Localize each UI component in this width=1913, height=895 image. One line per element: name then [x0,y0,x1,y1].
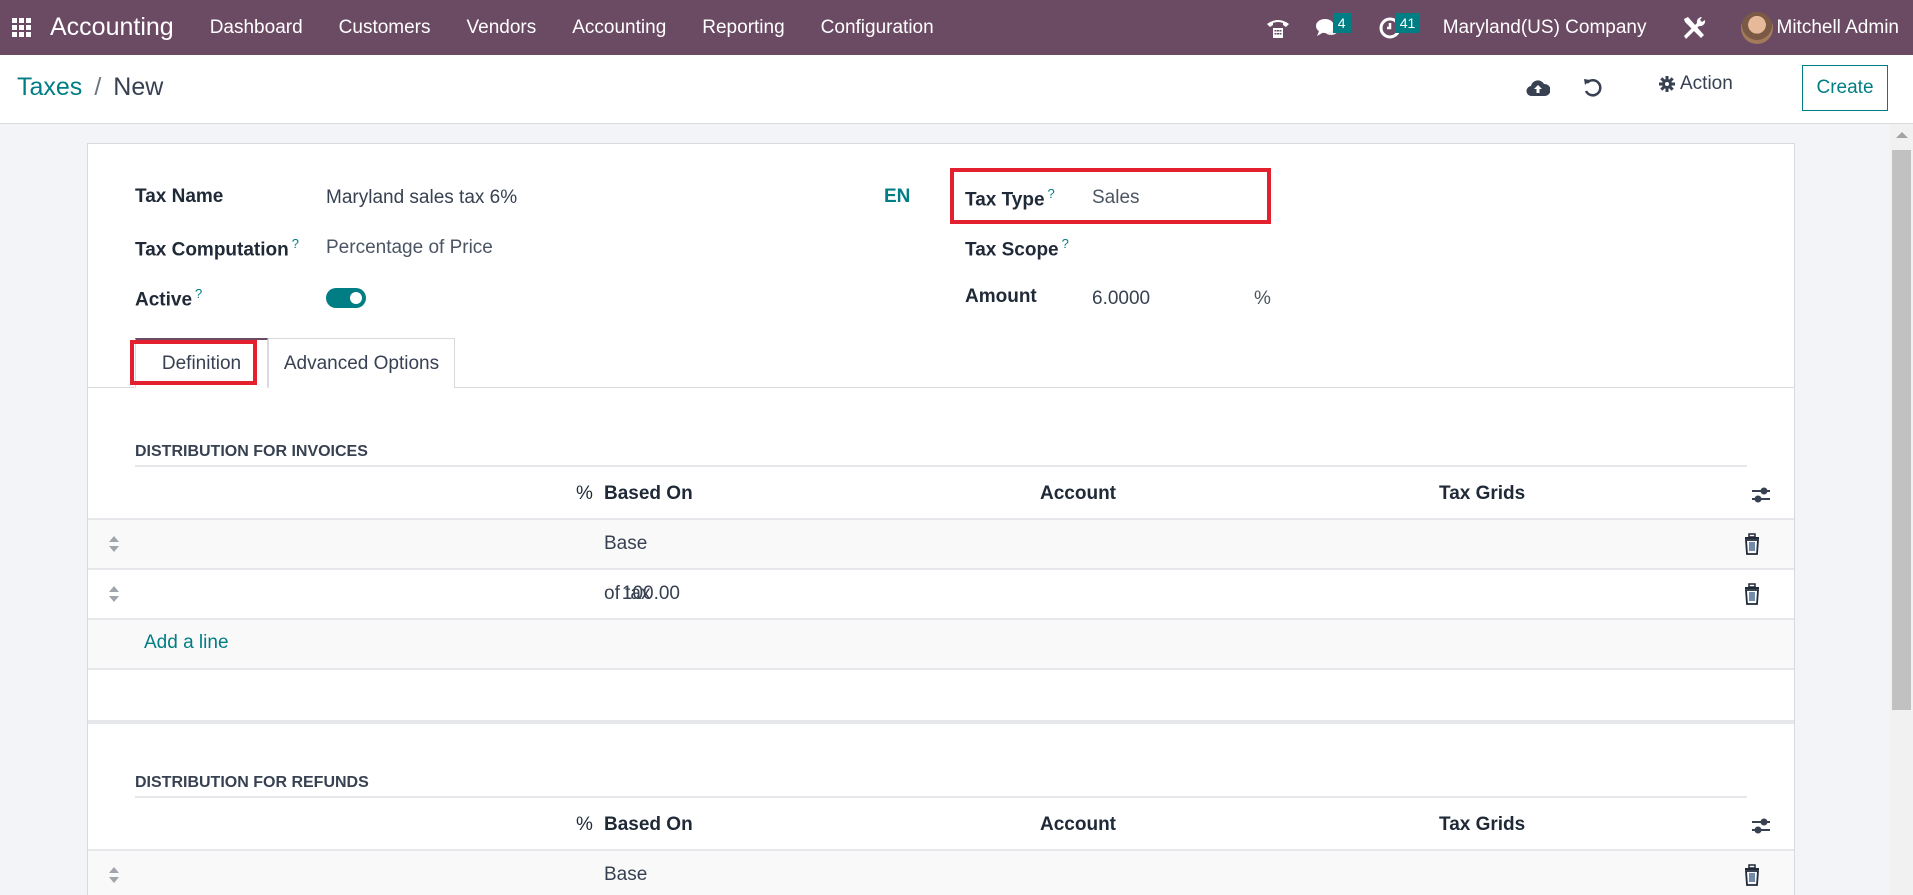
discard-undo-icon[interactable] [1580,75,1606,101]
refunds-section-rule [135,796,1747,798]
help-tooltip-icon[interactable]: ? [195,286,202,301]
delete-trash-icon[interactable] [1743,533,1761,555]
drag-handle-icon[interactable] [108,534,120,554]
invoice-line-based-on[interactable]: of tax [604,583,650,605]
scroll-thumb[interactable] [1892,150,1911,710]
invoices-section-rule [135,465,1747,467]
tax-name-label: Tax Name [135,186,224,207]
invoices-col-based-on[interactable]: Based On [604,483,693,505]
tab-advanced-options[interactable]: Advanced Options [268,338,455,388]
control-panel: Taxes / New Action Create [0,55,1913,124]
drag-handle-icon[interactable] [108,584,120,604]
drag-handle-icon[interactable] [108,865,120,885]
section-separator [88,720,1794,724]
menu-configuration[interactable]: Configuration [803,17,952,39]
breadcrumb-current: New [113,73,164,101]
refunds-col-tax-grids[interactable]: Tax Grids [1439,814,1525,836]
delete-trash-icon[interactable] [1743,864,1761,886]
action-menu-button[interactable]: Action [1658,73,1733,95]
refunds-col-account[interactable]: Account [1040,814,1116,836]
empty-row [88,668,1794,720]
user-menu[interactable]: Mitchell Admin [1777,17,1900,39]
tools-icon[interactable] [1679,13,1709,43]
top-navbar: Accounting Dashboard Customers Vendors A… [0,0,1913,55]
tax-computation-select[interactable]: Percentage of Price [326,237,493,259]
optional-columns-toggle-icon[interactable] [1750,815,1772,837]
messages-icon[interactable]: 4 [1313,12,1351,43]
help-tooltip-icon[interactable]: ? [292,236,299,251]
gear-icon [1659,76,1675,92]
create-button[interactable]: Create [1802,65,1888,111]
invoice-line-based-on[interactable]: Base [604,533,647,555]
active-label-text: Active [135,289,193,311]
user-avatar[interactable] [1740,11,1773,44]
tax-type-label-text: Tax Type [965,189,1045,211]
tax-computation-label-text: Tax Computation [135,239,289,261]
tax-scope-select[interactable] [1092,237,1342,259]
refund-line-row[interactable]: Base [88,849,1794,895]
invoice-line-row[interactable]: 100.00 of tax [88,568,1794,618]
add-line-row: Add a line [88,618,1794,668]
tax-scope-label: Tax Scope? [965,236,1069,261]
tab-advanced-options-label: Advanced Options [283,352,440,374]
tax-type-label: Tax Type? [965,186,1055,211]
optional-columns-toggle-icon[interactable] [1750,484,1772,506]
tab-definition-label: Definition [161,352,242,374]
action-label: Action [1680,73,1733,94]
activities-clock-icon[interactable]: 41 [1375,12,1421,43]
amount-label: Amount [965,286,1037,307]
page-scrollbar[interactable] [1890,124,1913,895]
messages-badge: 4 [1332,12,1351,33]
amount-unit: % [1254,288,1271,309]
breadcrumb-taxes-link[interactable]: Taxes [17,73,82,102]
tax-computation-label: Tax Computation? [135,236,299,261]
menu-reporting[interactable]: Reporting [684,17,802,39]
tax-name-input[interactable]: Maryland sales tax 6% [326,187,517,209]
menu-customers[interactable]: Customers [321,17,449,39]
activities-badge: 41 [1394,12,1421,33]
tab-definition[interactable]: Definition [135,338,268,388]
tax-form-sheet: Tax Name Maryland sales tax 6% EN Tax Co… [87,143,1795,895]
delete-trash-icon[interactable] [1743,583,1761,605]
app-name[interactable]: Accounting [50,13,174,42]
translate-lang-button[interactable]: EN [884,186,910,208]
phone-icon[interactable] [1263,13,1293,43]
refund-line-based-on[interactable]: Base [604,864,647,886]
help-tooltip-icon[interactable]: ? [1062,236,1069,251]
menu-dashboard[interactable]: Dashboard [192,17,321,39]
scroll-up-arrow-icon[interactable] [1896,132,1908,138]
refunds-col-percent[interactable]: % [576,814,593,836]
save-cloud-icon[interactable] [1525,75,1551,101]
invoices-add-line-link[interactable]: Add a line [144,632,229,654]
active-toggle[interactable] [326,288,366,308]
app-menu-icon[interactable] [12,17,32,38]
amount-input[interactable]: 6.0000 [1092,288,1150,310]
company-switcher[interactable]: Maryland(US) Company [1443,17,1647,39]
tax-type-select[interactable]: Sales [1092,187,1140,209]
breadcrumb-separator: / [94,73,102,101]
active-label: Active? [135,286,202,311]
help-tooltip-icon[interactable]: ? [1048,186,1055,201]
menu-accounting[interactable]: Accounting [554,17,684,39]
breadcrumb: Taxes / New [17,73,163,102]
refunds-col-based-on[interactable]: Based On [604,814,693,836]
invoices-col-percent[interactable]: % [576,483,593,505]
refunds-section-title: DISTRIBUTION FOR REFUNDS [135,774,369,791]
invoices-col-account[interactable]: Account [1040,483,1116,505]
invoices-col-tax-grids[interactable]: Tax Grids [1439,483,1525,505]
invoices-section-title: DISTRIBUTION FOR INVOICES [135,443,368,460]
tax-scope-label-text: Tax Scope [965,239,1059,261]
invoice-line-row[interactable]: Base [88,518,1794,568]
menu-vendors[interactable]: Vendors [449,17,555,39]
